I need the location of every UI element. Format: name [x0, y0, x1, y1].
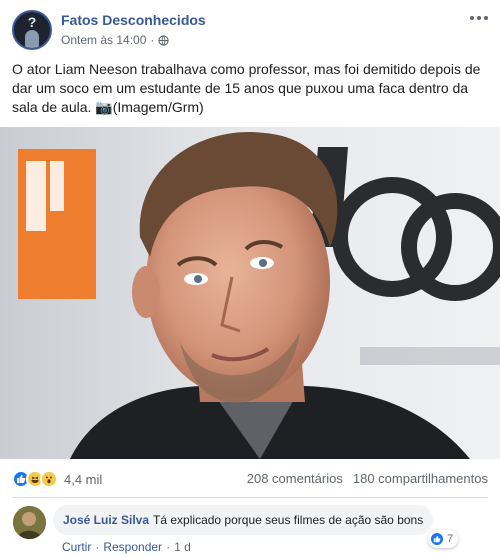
more-options-button[interactable]	[470, 12, 490, 24]
comment-reaction-badge[interactable]: 7	[428, 530, 459, 548]
question-mark-icon: ?	[27, 14, 37, 30]
comment-text: Tá explicado porque seus filmes de ação …	[153, 513, 424, 527]
comments-count[interactable]: 208 comentários	[247, 471, 343, 486]
post-header: ? Fatos Desconhecidos Ontem às 14:00 ·	[0, 0, 500, 56]
comment-bubble: José Luiz Silva Tá explicado porque seus…	[53, 505, 434, 535]
post-timestamp[interactable]: Ontem às 14:00	[61, 33, 146, 47]
page-name[interactable]: Fatos Desconhecidos	[61, 12, 206, 28]
post-photo[interactable]	[0, 127, 500, 459]
reactions-bar: 4,4 mil 208 comentários 180 compartilham…	[0, 459, 500, 497]
shares-count[interactable]: 180 compartilhamentos	[353, 471, 488, 486]
comment-like-button[interactable]: Curtir	[62, 540, 91, 554]
post-text: O ator Liam Neeson trabalhava como profe…	[12, 61, 481, 115]
comment-reply-button[interactable]: Responder	[103, 540, 162, 554]
comment-actions: Curtir · Responder · 1 d	[62, 540, 191, 554]
commenter-name[interactable]: José Luiz Silva	[63, 513, 149, 527]
like-icon	[430, 532, 444, 546]
divider	[12, 497, 488, 498]
reaction-summary[interactable]: 4,4 mil	[12, 470, 102, 488]
comment: José Luiz Silva Tá explicado porque seus…	[0, 500, 500, 559]
commenter-avatar[interactable]	[13, 506, 46, 539]
reaction-count[interactable]: 4,4 mil	[64, 472, 102, 487]
meta-separator: ·	[150, 33, 155, 47]
engagement-counts: 208 comentários 180 compartilhamentos	[247, 471, 488, 486]
globe-icon	[158, 34, 170, 46]
wow-icon	[40, 470, 58, 488]
post-meta: Ontem às 14:00 ·	[61, 33, 170, 47]
page-avatar[interactable]: ?	[12, 10, 52, 50]
comment-like-count: 7	[447, 533, 454, 545]
comment-time[interactable]: 1 d	[174, 540, 191, 554]
